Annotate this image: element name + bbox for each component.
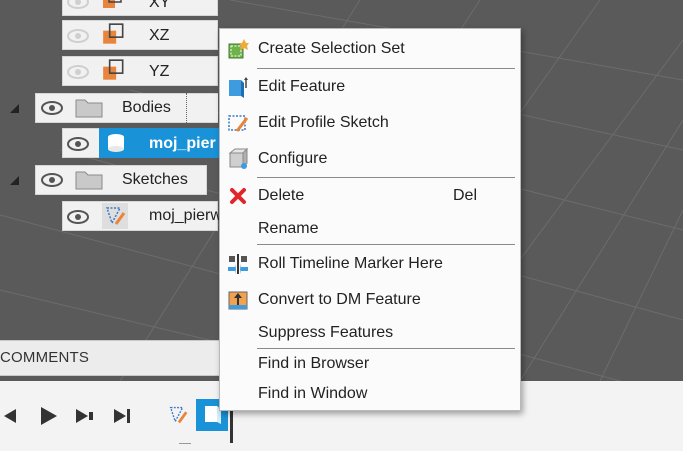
- plane-icon: [103, 23, 124, 44]
- menu-item-create-selection-set[interactable]: Create Selection Set: [220, 34, 520, 64]
- menu-separator: [257, 177, 515, 178]
- go-to-end-icon[interactable]: [112, 407, 134, 425]
- plane-icon: [103, 59, 124, 80]
- menu-item-find-in-window[interactable]: Find in Window: [220, 379, 520, 409]
- menu-item-roll-timeline-marker[interactable]: Roll Timeline Marker Here: [220, 249, 520, 279]
- step-back-icon[interactable]: [0, 407, 20, 425]
- menu-item-rename[interactable]: Rename: [220, 214, 520, 244]
- menu-item-edit-feature[interactable]: Edit Feature: [220, 72, 520, 102]
- visibility-eye-icon[interactable]: [66, 136, 90, 152]
- menu-separator: [257, 244, 515, 245]
- delete-shortcut: Del: [453, 187, 478, 204]
- folder-icon: [75, 99, 103, 118]
- folder-icon: [75, 171, 103, 190]
- tree-item-label: XZ: [149, 27, 170, 44]
- comments-panel-header[interactable]: COMMENTS: [0, 340, 222, 376]
- tree-item-label: XY: [149, 0, 171, 11]
- visibility-eye-icon[interactable]: [40, 172, 64, 188]
- visibility-eye-icon[interactable]: [66, 64, 90, 80]
- collapse-triangle-icon[interactable]: [8, 102, 20, 114]
- edit-profile-sketch-icon: [228, 115, 249, 132]
- tree-item-label: YZ: [149, 63, 170, 80]
- configure-icon: [228, 148, 249, 169]
- body-icon: [108, 134, 124, 152]
- context-menu: Create Selection Set Edit Feature Edit P…: [219, 28, 521, 411]
- timeline-marker-track: [179, 433, 191, 444]
- menu-item-find-in-browser[interactable]: Find in Browser: [220, 349, 520, 379]
- visibility-eye-icon[interactable]: [66, 0, 90, 10]
- tree-item-label: moj_pierw: [149, 207, 222, 224]
- menu-item-convert-dm-feature[interactable]: Convert to DM Feature: [220, 285, 520, 315]
- tree-folder-label: Sketches: [122, 171, 188, 188]
- play-icon[interactable]: [38, 405, 60, 427]
- tree-folder-label: Bodies: [122, 99, 171, 116]
- selection-set-icon: [228, 39, 249, 59]
- menu-item-delete[interactable]: Delete Del: [220, 181, 520, 211]
- tree-divider: [186, 93, 188, 123]
- visibility-eye-icon[interactable]: [66, 28, 90, 44]
- collapse-triangle-icon[interactable]: [8, 174, 20, 186]
- sketch-icon: [102, 203, 128, 229]
- plane-icon: [103, 0, 122, 8]
- menu-separator: [257, 68, 515, 69]
- timeline-sketch-icon[interactable]: [166, 403, 190, 427]
- menu-item-configure[interactable]: Configure: [220, 144, 520, 174]
- menu-item-suppress-features[interactable]: Suppress Features: [220, 318, 520, 348]
- comments-label: COMMENTS: [0, 349, 90, 366]
- visibility-eye-icon[interactable]: [66, 209, 90, 225]
- visibility-eye-icon[interactable]: [40, 100, 64, 116]
- edit-feature-icon: [229, 77, 248, 98]
- roll-timeline-icon: [228, 254, 248, 274]
- menu-item-edit-profile-sketch[interactable]: Edit Profile Sketch: [220, 108, 520, 138]
- tree-item-label: moj_pier: [149, 135, 216, 152]
- convert-dm-icon: [228, 291, 248, 310]
- delete-icon: [230, 188, 246, 204]
- step-forward-icon[interactable]: [74, 407, 96, 425]
